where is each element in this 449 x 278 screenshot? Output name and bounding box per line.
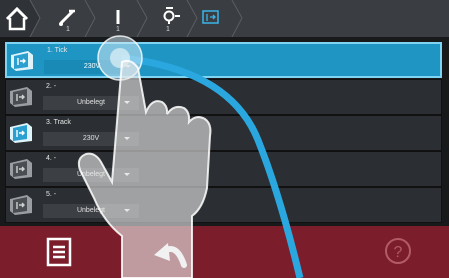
breadcrumb-switch[interactable]: 1 bbox=[40, 0, 96, 37]
output-list: 1. Tick 230V 2. - Unbelegt 3. Track 230V bbox=[0, 37, 449, 226]
menu-button[interactable] bbox=[45, 237, 75, 267]
chevron-down-icon bbox=[124, 209, 130, 212]
device-screen: 1 1 1 1. Tick 230V 2. - Unbelegt 3. Trac… bbox=[0, 0, 449, 278]
bottom-action-bar: ? bbox=[0, 226, 449, 278]
back-button[interactable] bbox=[150, 235, 190, 269]
list-item-name: 3. Track bbox=[46, 119, 71, 126]
exit-sign-icon bbox=[10, 87, 32, 107]
list-item-name: 5. - bbox=[46, 191, 57, 198]
list-item[interactable]: 2. - Unbelegt bbox=[5, 79, 442, 115]
breadcrumb-switch-count: 1 bbox=[66, 26, 70, 33]
list-item-name: 4. - bbox=[46, 155, 57, 162]
breadcrumb-line-count: 1 bbox=[116, 26, 120, 33]
chevron-down-icon bbox=[125, 65, 131, 68]
breadcrumb: 1 1 1 bbox=[0, 0, 449, 37]
home-icon bbox=[0, 0, 41, 37]
breadcrumb-home[interactable] bbox=[0, 0, 41, 37]
list-item-name: 1. Tick bbox=[47, 47, 68, 54]
breadcrumb-lamp[interactable]: 1 bbox=[147, 0, 198, 37]
lamp-icon bbox=[147, 0, 198, 37]
exit-sign-icon bbox=[10, 123, 32, 143]
exit-sign-icon bbox=[11, 51, 33, 71]
breadcrumb-exit-sign[interactable] bbox=[197, 0, 243, 37]
chevron-down-icon bbox=[124, 101, 130, 104]
breadcrumb-line[interactable]: 1 bbox=[95, 0, 148, 37]
breadcrumb-lamp-count: 1 bbox=[166, 26, 170, 33]
chevron-down-icon bbox=[124, 137, 130, 140]
exit-sign-icon bbox=[197, 0, 243, 37]
exit-sign-icon bbox=[10, 195, 32, 215]
list-item[interactable]: 1. Tick 230V bbox=[5, 42, 442, 78]
list-item[interactable]: 5. - Unbelegt bbox=[5, 187, 442, 223]
list-item-name: 2. - bbox=[46, 83, 57, 90]
list-item[interactable]: 4. - Unbelegt bbox=[5, 151, 442, 187]
list-item[interactable]: 3. Track 230V bbox=[5, 115, 442, 151]
help-icon: ? bbox=[385, 238, 411, 264]
exit-sign-icon bbox=[10, 159, 32, 179]
menu-icon bbox=[46, 237, 72, 267]
help-button[interactable]: ? bbox=[383, 236, 413, 266]
help-label: ? bbox=[394, 244, 403, 261]
chevron-down-icon bbox=[124, 173, 130, 176]
back-arrow-icon bbox=[154, 243, 187, 268]
